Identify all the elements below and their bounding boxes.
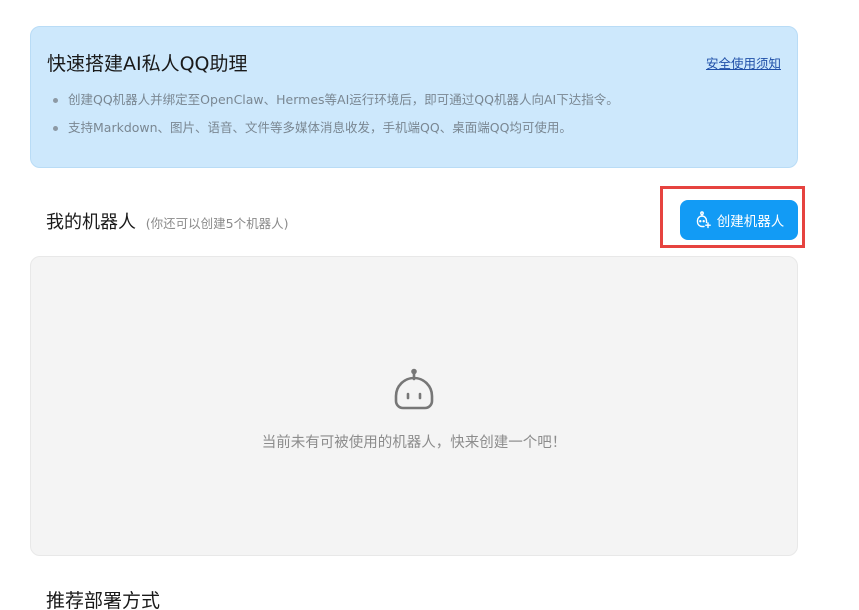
intro-bullet-list: 创建QQ机器人并绑定至OpenClaw、Hermes等AI运行环境后，即可通过Q… <box>53 93 619 149</box>
robot-icon <box>394 368 434 410</box>
deploy-section-title: 推荐部署方式 <box>46 590 161 610</box>
intro-bullet: 创建QQ机器人并绑定至OpenClaw、Hermes等AI运行环境后，即可通过Q… <box>53 93 619 107</box>
remaining-bots-note: (你还可以创建5个机器人) <box>145 216 289 231</box>
my-bots-title: 我的机器人 <box>46 212 136 233</box>
my-bots-header: 我的机器人 (你还可以创建5个机器人) <box>46 208 288 234</box>
create-bot-label: 创建机器人 <box>716 214 785 230</box>
intro-bullet: 支持Markdown、图片、语音、文件等多媒体消息收发，手机端QQ、桌面端QQ均… <box>53 121 619 135</box>
intro-banner: 快速搭建AI私人QQ助理 安全使用须知 创建QQ机器人并绑定至OpenClaw、… <box>30 26 798 168</box>
empty-state-text: 当前未有可被使用的机器人，快来创建一个吧！ <box>261 435 567 451</box>
safety-notice-link[interactable]: 安全使用须知 <box>706 53 781 72</box>
page: 快速搭建AI私人QQ助理 安全使用须知 创建QQ机器人并绑定至OpenClaw、… <box>0 0 859 610</box>
add-robot-icon <box>696 211 711 229</box>
intro-title: 快速搭建AI私人QQ助理 <box>47 53 248 75</box>
empty-state-card: 当前未有可被使用的机器人，快来创建一个吧！ <box>30 256 798 556</box>
create-bot-button[interactable]: 创建机器人 <box>680 200 798 240</box>
